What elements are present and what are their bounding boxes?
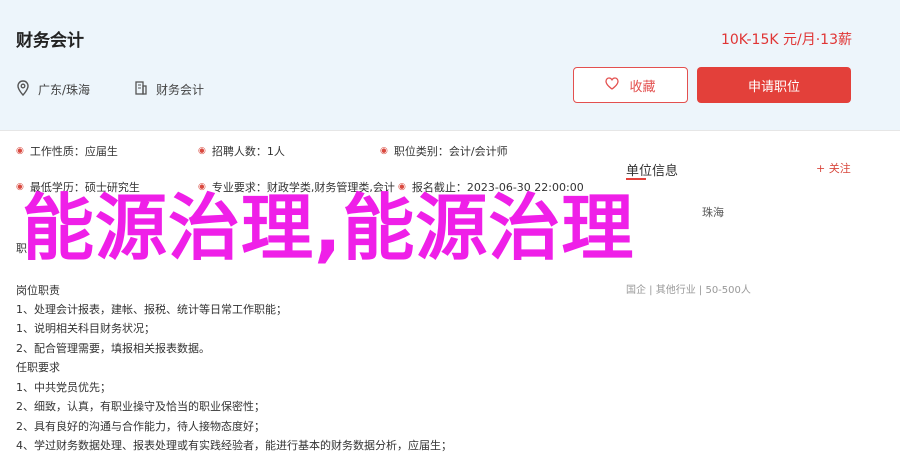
bullet-icon: ◉ [16,146,24,156]
info-label: 工作性质： [29,145,85,158]
requirement-item: 2、细致，认真，有职业操守及恰当的职业保密性； [16,400,265,413]
bullet-icon: ◉ [198,146,206,156]
info-work-type: ◉ 工作性质： 应届生 [16,143,118,159]
company-panel-title: 单位信息 [626,164,679,179]
info-value: 会计/会计师 [448,145,508,158]
job-category: 财务会计 [134,80,204,99]
overlay-watermark-text: 能源治理,能源治理 [22,186,635,270]
job-header [0,0,900,130]
favorite-label: 收藏 [629,79,656,95]
company-sub-info: 国企 | 其他行业 | 50-500人 [626,285,751,296]
info-job-category: ◉ 职位类别： 会计/会计师 [380,143,508,159]
company-name[interactable]: 珠海 [702,204,724,220]
panel-title-underline [626,178,646,180]
duty-item: 1、说明相关科目财务状况； [16,322,155,335]
requirement-item: 1、中共党员优先； [16,381,111,394]
info-label: 招聘人数： [211,145,267,158]
duty-item: 1、处理会计报表，建帐、报税、统计等日常工作职能； [16,303,287,316]
location-pin-icon [16,80,30,99]
header-divider [0,130,900,131]
requirements-heading: 任职要求 [16,361,60,374]
duty-item: 2、配合管理需要，填报相关报表数据。 [16,342,210,355]
salary: 10K-15K 元/月·13薪 [720,32,852,48]
bullet-icon: ◉ [380,146,388,156]
apply-button[interactable]: 申请职位 [697,67,851,103]
heart-icon [605,76,620,94]
info-label: 职位类别： [393,145,449,158]
favorite-button[interactable]: 收藏 [573,67,688,103]
location-text: 广东/珠海 [38,83,91,97]
category-text: 财务会计 [156,83,205,97]
info-value: 1人 [266,145,285,158]
job-title: 财务会计 [16,31,84,51]
requirement-item: 2、具有良好的沟通与合作能力，待人接物态度好； [16,420,265,433]
location: 广东/珠海 [16,80,90,99]
info-headcount: ◉ 招聘人数： 1人 [198,143,285,159]
requirement-item: 4、学过财务数据处理、报表处理或有实践经验者，能进行基本的财务数据分析，应届生； [16,439,452,452]
duties-heading: 岗位职责 [16,284,60,297]
building-icon [134,80,148,99]
follow-button[interactable]: + 关注 [816,160,851,176]
info-value: 应届生 [84,145,118,158]
